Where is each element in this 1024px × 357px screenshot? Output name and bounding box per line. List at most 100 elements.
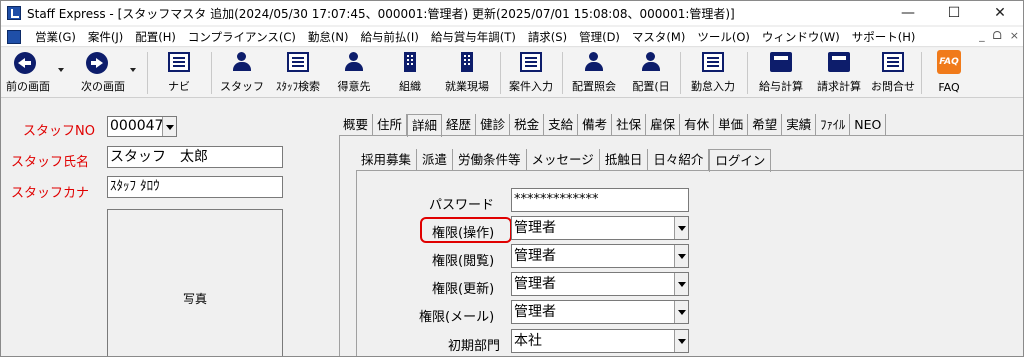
menu-advance-pay[interactable]: 給与前払(I) xyxy=(354,29,424,45)
inquiry-label: お問合せ xyxy=(871,80,915,93)
staff-no-combo[interactable]: 000047 xyxy=(107,116,177,137)
tab-notes[interactable]: 備考 xyxy=(578,114,613,136)
tab-paid-leave[interactable]: 有休 xyxy=(680,114,715,136)
menu-payroll[interactable]: 給与賞与年調(T) xyxy=(425,29,522,45)
menu-compliance[interactable]: コンプライアンス(C) xyxy=(182,29,302,45)
tab-daily-referral[interactable]: 日々紹介 xyxy=(648,149,710,171)
password-field[interactable]: ************* xyxy=(511,188,689,212)
placement-day-button[interactable]: 配置(日 xyxy=(626,50,676,96)
staff-search-button[interactable]: ｽﾀｯﾌ検索 xyxy=(269,50,327,96)
tab-conflict-date[interactable]: 抵触日 xyxy=(600,149,649,171)
tab-working-conditions[interactable]: 労働条件等 xyxy=(453,149,527,171)
staff-search-label: ｽﾀｯﾌ検索 xyxy=(276,80,320,93)
tab-tax[interactable]: 税金 xyxy=(510,114,545,136)
chevron-down-icon[interactable] xyxy=(674,330,688,352)
window-title: Staff Express - [スタッフマスタ 追加(2024/05/30 1… xyxy=(27,6,735,21)
faq-label: FAQ xyxy=(938,81,960,94)
work-site-label: 就業現場 xyxy=(445,80,489,93)
toolbar-separator xyxy=(747,52,748,94)
maximize-button[interactable]: ☐ xyxy=(931,1,977,25)
placement-view-label: 配置照会 xyxy=(572,80,616,93)
back-history-dropdown-icon[interactable] xyxy=(58,68,64,72)
perm-operation-label: 権限(操作) xyxy=(432,226,495,241)
menu-tools[interactable]: ツール(O) xyxy=(691,29,756,45)
inquiry-button[interactable]: お問合せ xyxy=(867,50,919,96)
faq-button[interactable]: FAQ FAQ xyxy=(927,50,971,96)
perm-view-select[interactable]: 管理者 xyxy=(511,244,689,268)
tab-details[interactable]: 詳細 xyxy=(407,114,443,137)
tab-recruitment[interactable]: 採用募集 xyxy=(356,149,418,171)
payroll-calc-button[interactable]: 給与計算 xyxy=(753,50,809,96)
toolbar-separator xyxy=(211,52,212,94)
tab-overview[interactable]: 概要 xyxy=(339,114,374,136)
placement-view-icon xyxy=(583,52,605,72)
menu-window[interactable]: ウィンドウ(W) xyxy=(756,29,846,45)
staff-kana-field[interactable]: ｽﾀｯﾌ ﾀﾛｳ xyxy=(107,176,283,198)
navi-button[interactable]: ナビ xyxy=(157,50,201,96)
forward-button[interactable]: 次の画面 xyxy=(69,50,137,96)
tab-health-check[interactable]: 健診 xyxy=(476,114,511,136)
mdi-close-button[interactable]: × xyxy=(1010,29,1019,43)
tab-address[interactable]: 住所 xyxy=(373,114,408,136)
client-button[interactable]: 得意先 xyxy=(331,50,377,96)
main-tab-panel-border xyxy=(339,135,1023,136)
chevron-down-icon[interactable] xyxy=(674,217,688,239)
tab-message[interactable]: メッセージ xyxy=(527,149,600,171)
menu-placement[interactable]: 配置(H) xyxy=(129,29,182,45)
mdi-minimize-button[interactable]: _ xyxy=(979,29,985,43)
chevron-down-icon[interactable] xyxy=(162,117,176,136)
tab-payment[interactable]: 支給 xyxy=(544,114,579,136)
chevron-down-icon[interactable] xyxy=(674,273,688,295)
initial-dept-label: 初期部門 xyxy=(448,339,501,354)
main-tab-strip: 概要 住所 詳細 経歴 健診 税金 支給 備考 社保 雇保 有休 単価 希望 実… xyxy=(339,114,887,137)
billing-calc-button[interactable]: 請求計算 xyxy=(811,50,867,96)
menu-master[interactable]: マスタ(M) xyxy=(626,29,691,45)
close-button[interactable]: ✕ xyxy=(977,1,1023,25)
document-icon[interactable] xyxy=(7,29,21,44)
back-button[interactable]: 前の画面 xyxy=(3,50,53,96)
photo-box[interactable]: 写真 xyxy=(107,209,283,356)
menu-attendance[interactable]: 勤怠(N) xyxy=(302,29,355,45)
toolbar-separator xyxy=(921,52,922,94)
chevron-down-icon[interactable] xyxy=(674,245,688,267)
tab-preferences[interactable]: 希望 xyxy=(748,114,783,136)
tab-performance[interactable]: 実績 xyxy=(782,114,817,136)
tab-employment-insurance[interactable]: 雇保 xyxy=(646,114,681,136)
billing-calc-label: 請求計算 xyxy=(817,80,861,93)
tab-social-insurance[interactable]: 社保 xyxy=(612,114,647,136)
placement-day-icon xyxy=(640,52,662,72)
perm-view-value: 管理者 xyxy=(514,248,556,264)
perm-view-label: 権限(閲覧) xyxy=(432,254,495,269)
mdi-restore-button[interactable]: ᗝ xyxy=(993,29,1002,43)
menu-jobs[interactable]: 案件(J) xyxy=(82,29,129,45)
navi-label: ナビ xyxy=(168,80,190,93)
tab-neo[interactable]: NEO xyxy=(850,114,887,136)
mdi-controls: _ ᗝ × xyxy=(979,29,1019,43)
navi-icon xyxy=(168,52,190,72)
menu-admin[interactable]: 管理(D) xyxy=(573,29,626,45)
tab-unit-price[interactable]: 単価 xyxy=(714,114,749,136)
perm-mail-select[interactable]: 管理者 xyxy=(511,300,689,324)
placement-view-button[interactable]: 配置照会 xyxy=(566,50,622,96)
chevron-down-icon[interactable] xyxy=(674,301,688,323)
staff-button[interactable]: スタッフ xyxy=(219,50,265,96)
work-site-button[interactable]: 就業現場 xyxy=(438,50,496,96)
perm-operation-select[interactable]: 管理者 xyxy=(511,216,689,240)
tab-history[interactable]: 経歴 xyxy=(442,114,477,136)
attendance-entry-button[interactable]: 勤怠入力 xyxy=(685,50,741,96)
forward-history-dropdown-icon[interactable] xyxy=(130,68,136,72)
menu-billing[interactable]: 請求(S) xyxy=(522,29,573,45)
inquiry-icon xyxy=(882,52,904,72)
tab-dispatch[interactable]: 派遣 xyxy=(417,149,454,171)
minimize-button[interactable]: — xyxy=(885,1,931,25)
perm-update-select[interactable]: 管理者 xyxy=(511,272,689,296)
menu-support[interactable]: サポート(H) xyxy=(846,29,922,45)
job-entry-button[interactable]: 案件入力 xyxy=(504,50,558,96)
organization-button[interactable]: 組織 xyxy=(387,50,433,96)
menu-sales[interactable]: 営業(G) xyxy=(29,29,82,45)
tab-file[interactable]: ﾌｧｲﾙ xyxy=(816,114,851,136)
organization-label: 組織 xyxy=(399,80,421,93)
initial-dept-select[interactable]: 本社 xyxy=(511,329,689,353)
staff-name-field[interactable]: スタッフ 太郎 xyxy=(107,146,283,168)
tab-login[interactable]: ログイン xyxy=(709,149,772,172)
